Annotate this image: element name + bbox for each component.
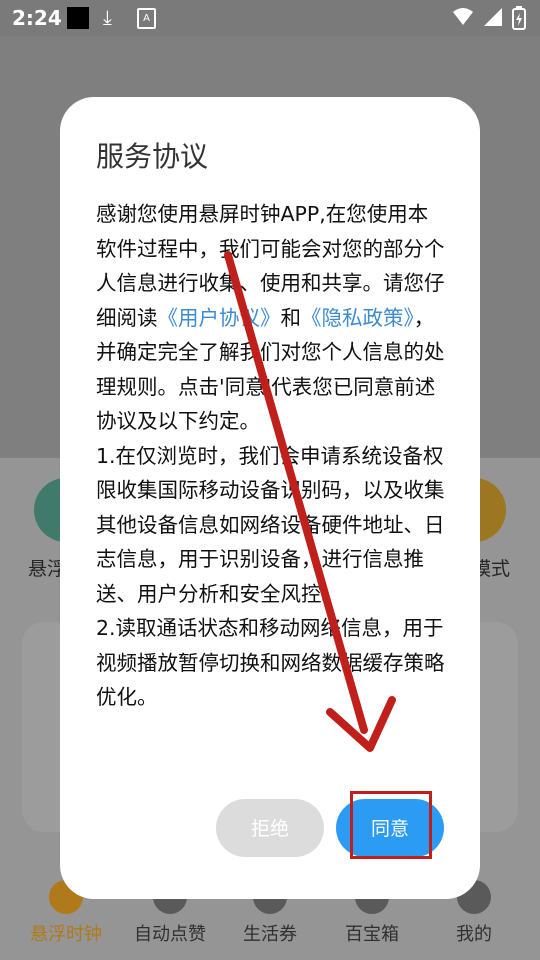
battery-icon [512, 6, 526, 30]
download-icon: ⤓ [103, 5, 112, 29]
service-agreement-dialog: 服务协议 感谢您使用悬屏时钟APP,在您使用本软件过程中，我们可能会对您的部分个… [60, 97, 480, 899]
cell-signal-icon [484, 8, 502, 26]
dialog-body: 感谢您使用悬屏时钟APP,在您使用本软件过程中，我们可能会对您的部分个人信息进行… [96, 197, 448, 715]
annotation-highlight-box [350, 791, 432, 859]
status-icons [452, 6, 526, 30]
dialog-title: 服务协议 [96, 140, 209, 173]
dialog-item-1: 1.在仅浏览时，我们会申请系统设备权限收集国际移动设备识别码，以及收集其他设备信… [96, 443, 445, 606]
nav-label: 悬浮时钟 [30, 924, 102, 945]
dialog-intro: 感谢您使用悬屏时钟APP,在您使用本软件过程中，我们可能会对您的部分个人信息进行… [96, 197, 448, 439]
and-text: 和 [280, 305, 302, 330]
wifi-icon [453, 8, 473, 25]
notification-square-icon [67, 7, 89, 29]
user-agreement-link[interactable]: 《用户协议》 [158, 306, 281, 330]
nav-label: 百宝箱 [345, 924, 399, 945]
nav-label: 我的 [456, 924, 492, 945]
a-badge-icon: A [137, 8, 156, 29]
status-time: 2:24 [12, 6, 62, 30]
nav-label: 自动点赞 [134, 924, 206, 945]
status-bar: 2:24 ⤓ A [0, 0, 540, 36]
privacy-policy-link[interactable]: 《隐私政策》 [301, 306, 414, 330]
nav-label: 生活券 [243, 924, 297, 945]
reject-button[interactable]: 拒绝 [216, 799, 324, 857]
dialog-item-2: 2.读取通话状态和移动网络信息，用于视频播放暂停切换和网络数据缓存策略优化。 [96, 616, 445, 709]
